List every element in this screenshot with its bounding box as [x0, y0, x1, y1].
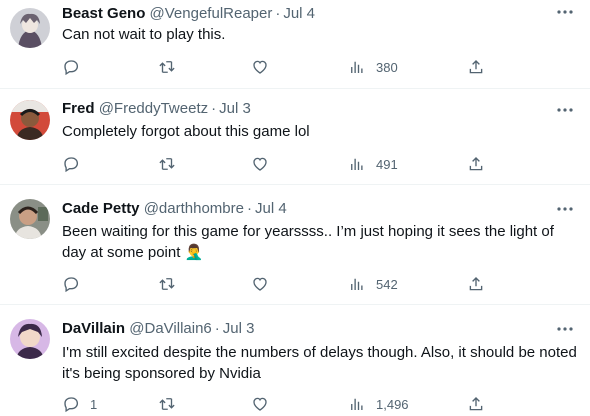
tweet[interactable]: DaVillain @DaVillain6 · Jul 3 I'm still ex… [0, 305, 590, 416]
views-icon [348, 395, 366, 413]
retweet-icon [158, 275, 176, 293]
retweet-button[interactable] [158, 392, 176, 416]
like-icon [251, 395, 269, 413]
reply-icon [62, 275, 80, 293]
avatar[interactable] [10, 199, 50, 239]
views-icon [348, 58, 366, 76]
more-icon[interactable] [554, 2, 576, 22]
more-icon[interactable] [554, 319, 576, 339]
like-icon [251, 58, 269, 76]
more-icon[interactable] [554, 100, 576, 120]
timestamp[interactable]: Jul 3 [219, 100, 251, 117]
like-button[interactable] [251, 152, 269, 176]
retweet-button[interactable] [158, 152, 176, 176]
tweet-actions: 380 [52, 55, 502, 79]
timestamp[interactable]: Jul 4 [255, 200, 287, 217]
retweet-button[interactable] [158, 55, 176, 79]
like-icon [251, 275, 269, 293]
tweet-actions: 1 1,496 [52, 392, 502, 416]
timestamp[interactable]: Jul 3 [223, 320, 255, 337]
separator-dot: · [246, 200, 252, 217]
views-count: 380 [376, 59, 398, 75]
display-name[interactable]: Cade Petty [62, 200, 140, 217]
tweet[interactable]: Beast Geno @VengefulReaper · Jul 4 Can not… [0, 0, 590, 89]
share-button[interactable] [467, 55, 485, 79]
share-button[interactable] [467, 152, 485, 176]
views-icon [348, 155, 366, 173]
tweet-text: Completely forgot about this game lol [62, 123, 310, 140]
like-button[interactable] [251, 392, 269, 416]
separator-dot: · [211, 100, 217, 117]
tweet-header: Cade Petty @darthhombre · Jul 4 [62, 199, 287, 219]
retweet-icon [158, 58, 176, 76]
reply-button[interactable] [62, 152, 90, 176]
handle[interactable]: @darthhombre [144, 200, 244, 217]
display-name[interactable]: Fred [62, 100, 95, 117]
views-count: 491 [376, 156, 398, 172]
tweet-actions: 542 [52, 272, 502, 296]
views-button[interactable]: 491 [348, 152, 398, 176]
tweet-header: Beast Geno @VengefulReaper · Jul 4 [62, 4, 315, 24]
reply-button[interactable] [62, 55, 90, 79]
separator-dot: · [275, 5, 281, 22]
tweet-text: I'm still excited despite the numbers of… [62, 344, 577, 382]
display-name[interactable]: Beast Geno [62, 5, 145, 22]
views-button[interactable]: 1,496 [348, 392, 409, 416]
like-icon [251, 155, 269, 173]
tweet-header: Fred @FreddyTweetz · Jul 3 [62, 99, 251, 119]
tweet[interactable]: Cade Petty @darthhombre · Jul 4 Been waiti… [0, 185, 590, 305]
reply-count: 1 [90, 396, 98, 412]
views-count: 1,496 [376, 396, 409, 412]
tweet-text: Can not wait to play this. [62, 26, 226, 43]
share-button[interactable] [467, 272, 485, 296]
reply-button[interactable]: 1 [62, 392, 97, 416]
reply-icon [62, 395, 80, 413]
timestamp[interactable]: Jul 4 [283, 5, 315, 22]
tweet[interactable]: Fred @FreddyTweetz · Jul 3 Completely forg… [0, 89, 590, 185]
tweet-text: Been waiting for this game for yearssss.… [62, 223, 554, 261]
separator-dot: · [214, 320, 220, 337]
avatar[interactable] [10, 8, 50, 48]
handle[interactable]: @DaVillain6 [129, 320, 212, 337]
retweet-button[interactable] [158, 272, 176, 296]
tweet-actions: 491 [52, 152, 502, 176]
reply-icon [62, 58, 80, 76]
share-icon [467, 275, 485, 293]
share-icon [467, 395, 485, 413]
share-icon [467, 155, 485, 173]
avatar[interactable] [10, 319, 50, 359]
like-button[interactable] [251, 55, 269, 79]
reply-icon [62, 155, 80, 173]
like-button[interactable] [251, 272, 269, 296]
handle[interactable]: @VengefulReaper [150, 5, 273, 22]
views-button[interactable]: 542 [348, 272, 398, 296]
share-button[interactable] [467, 392, 485, 416]
more-icon[interactable] [554, 199, 576, 219]
reply-button[interactable] [62, 272, 90, 296]
avatar[interactable] [10, 100, 50, 140]
tweet-header: DaVillain @DaVillain6 · Jul 3 [62, 319, 254, 339]
views-icon [348, 275, 366, 293]
retweet-icon [158, 155, 176, 173]
display-name[interactable]: DaVillain [62, 320, 125, 337]
share-icon [467, 58, 485, 76]
views-count: 542 [376, 276, 398, 292]
views-button[interactable]: 380 [348, 55, 398, 79]
retweet-icon [158, 395, 176, 413]
handle[interactable]: @FreddyTweetz [99, 100, 208, 117]
